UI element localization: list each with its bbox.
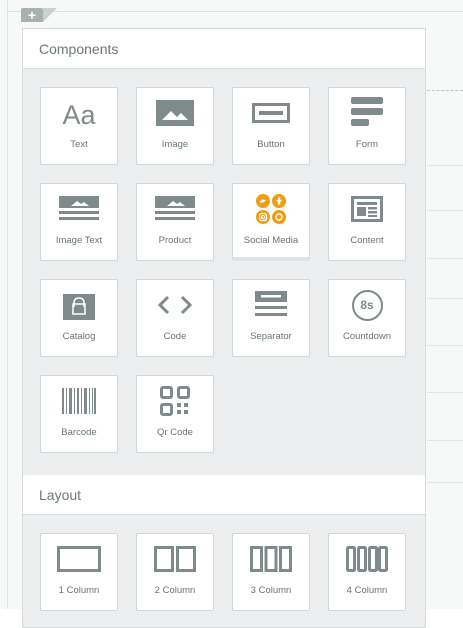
component-image-text[interactable]: Image Text xyxy=(40,183,118,261)
canvas-row-divider xyxy=(427,298,463,299)
image-icon xyxy=(137,88,213,138)
canvas-row-divider xyxy=(427,440,463,441)
component-label: Catalog xyxy=(62,331,96,342)
content-icon xyxy=(329,184,405,234)
component-social-media[interactable]: Social Media xyxy=(232,183,310,261)
component-content[interactable]: Content xyxy=(328,183,406,261)
component-label: Qr Code xyxy=(157,427,193,438)
canvas-left-rule xyxy=(7,0,8,609)
layout-label: 2 Column xyxy=(154,585,196,596)
component-qr-code[interactable]: Qr Code xyxy=(136,375,214,453)
layout-4-column[interactable]: 4 Column xyxy=(328,533,406,611)
component-image[interactable]: Image xyxy=(136,87,214,165)
catalog-bag-icon xyxy=(41,280,117,330)
product-icon xyxy=(137,184,213,234)
canvas-row-divider xyxy=(427,210,463,211)
qr-code-icon xyxy=(137,376,213,426)
component-label: Countdown xyxy=(342,331,392,342)
barcode-icon xyxy=(41,376,117,426)
add-block-tab[interactable]: + xyxy=(21,8,43,22)
component-code[interactable]: Code xyxy=(136,279,214,357)
add-tab-arrow-icon xyxy=(43,8,57,22)
canvas-drop-guide xyxy=(427,90,463,91)
layout-1-column[interactable]: 1 Column xyxy=(40,533,118,611)
component-label: Image xyxy=(161,139,189,150)
four-column-icon xyxy=(329,534,405,584)
layout-label: 3 Column xyxy=(250,585,292,596)
components-title: Components xyxy=(39,41,119,57)
component-label: Text xyxy=(70,139,88,150)
three-column-icon xyxy=(233,534,309,584)
social-media-icon xyxy=(233,184,309,234)
layout-label: 1 Column xyxy=(58,585,100,596)
canvas-row-divider xyxy=(427,345,463,346)
one-column-icon xyxy=(41,534,117,584)
component-product[interactable]: Product xyxy=(136,183,214,261)
component-label: Social Media xyxy=(243,235,299,246)
canvas-row-divider xyxy=(427,165,463,166)
component-label: Barcode xyxy=(61,427,97,438)
code-brackets-icon xyxy=(137,280,213,330)
component-label: Separator xyxy=(250,331,292,342)
component-label: Form xyxy=(355,139,379,150)
component-text[interactable]: Aa Text xyxy=(40,87,118,165)
component-label: Button xyxy=(257,139,285,150)
image-text-icon xyxy=(41,184,117,234)
layout-3-column[interactable]: 3 Column xyxy=(232,533,310,611)
component-separator[interactable]: Separator xyxy=(232,279,310,357)
button-icon xyxy=(233,88,309,138)
component-label: Image Text xyxy=(55,235,103,246)
layout-header: Layout xyxy=(23,475,425,515)
components-header: Components xyxy=(23,29,425,69)
component-label: Content xyxy=(350,235,384,246)
component-form[interactable]: Form xyxy=(328,87,406,165)
layout-label: 4 Column xyxy=(346,585,388,596)
layout-title: Layout xyxy=(39,487,82,503)
component-label: Product xyxy=(158,235,192,246)
component-countdown[interactable]: 8s Countdown xyxy=(328,279,406,357)
layout-2-column[interactable]: 2 Column xyxy=(136,533,214,611)
component-catalog[interactable]: Catalog xyxy=(40,279,118,357)
form-icon xyxy=(329,88,405,138)
separator-icon xyxy=(233,280,309,330)
two-column-icon xyxy=(137,534,213,584)
canvas-row-divider xyxy=(427,258,463,259)
countdown-icon: 8s xyxy=(329,280,405,330)
canvas-top-rule xyxy=(7,11,463,12)
component-button[interactable]: Button xyxy=(232,87,310,165)
component-barcode[interactable]: Barcode xyxy=(40,375,118,453)
canvas-row-divider xyxy=(427,482,463,483)
component-label: Code xyxy=(163,331,187,342)
text-aa-icon: Aa xyxy=(62,99,96,130)
components-panel: Components Aa Text Image Button Form Ima… xyxy=(22,28,426,628)
canvas-row-divider xyxy=(427,392,463,393)
